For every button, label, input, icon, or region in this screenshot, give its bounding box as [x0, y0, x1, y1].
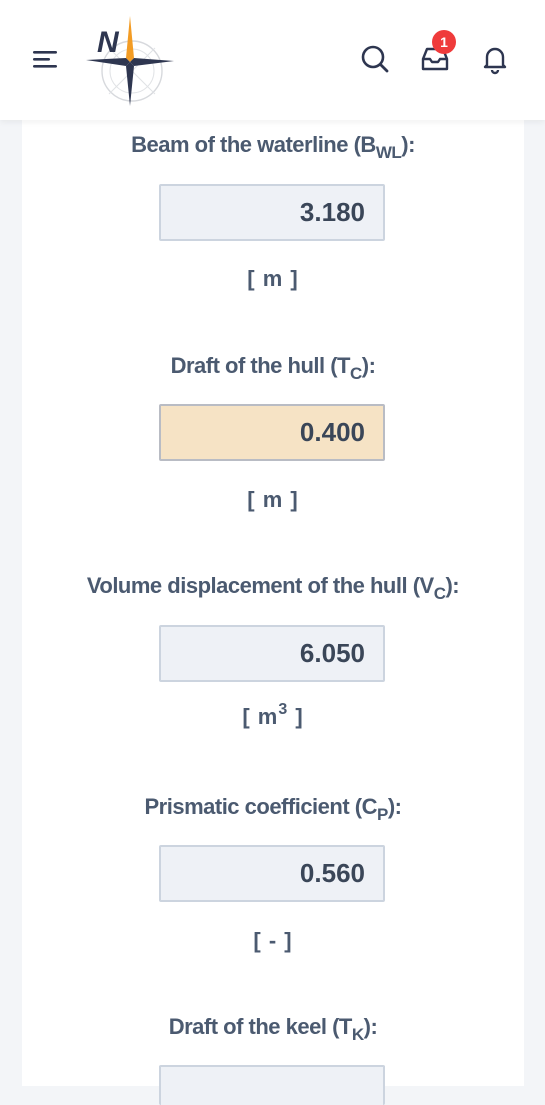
- field-label: Draft of the keel (TK):: [168, 1014, 378, 1044]
- volume-displacement-input[interactable]: 6.050: [159, 625, 385, 682]
- app-header: N 1: [0, 0, 545, 120]
- draft-keel-input[interactable]: [159, 1065, 385, 1105]
- bell-icon[interactable]: [478, 42, 512, 76]
- field-label: Draft of the hull (TC):: [170, 353, 376, 383]
- field-label: Beam of the waterline (BWL):: [131, 132, 415, 162]
- unit-label: [ m ]: [247, 487, 299, 512]
- beam-waterline-input[interactable]: 3.180: [159, 184, 385, 241]
- search-icon[interactable]: [358, 42, 392, 76]
- unit-label: [ m ]: [247, 266, 299, 291]
- field-label: Prismatic coefficient (CP):: [144, 794, 402, 824]
- unit-label: [ m3 ]: [242, 701, 304, 729]
- calculator-card: Beam of the waterline (BWL): 3.180 [ m ]…: [22, 120, 524, 1105]
- draft-hull-input[interactable]: 0.400: [159, 404, 385, 461]
- prismatic-coefficient-input[interactable]: 0.560: [159, 845, 385, 902]
- unit-label: [ - ]: [253, 928, 293, 953]
- notification-badge: 1: [432, 30, 456, 54]
- logo-letter: N: [97, 26, 119, 59]
- field-label: Volume displacement of the hull (VC):: [86, 573, 460, 603]
- logo[interactable]: N: [82, 14, 178, 108]
- menu-icon[interactable]: [30, 44, 62, 74]
